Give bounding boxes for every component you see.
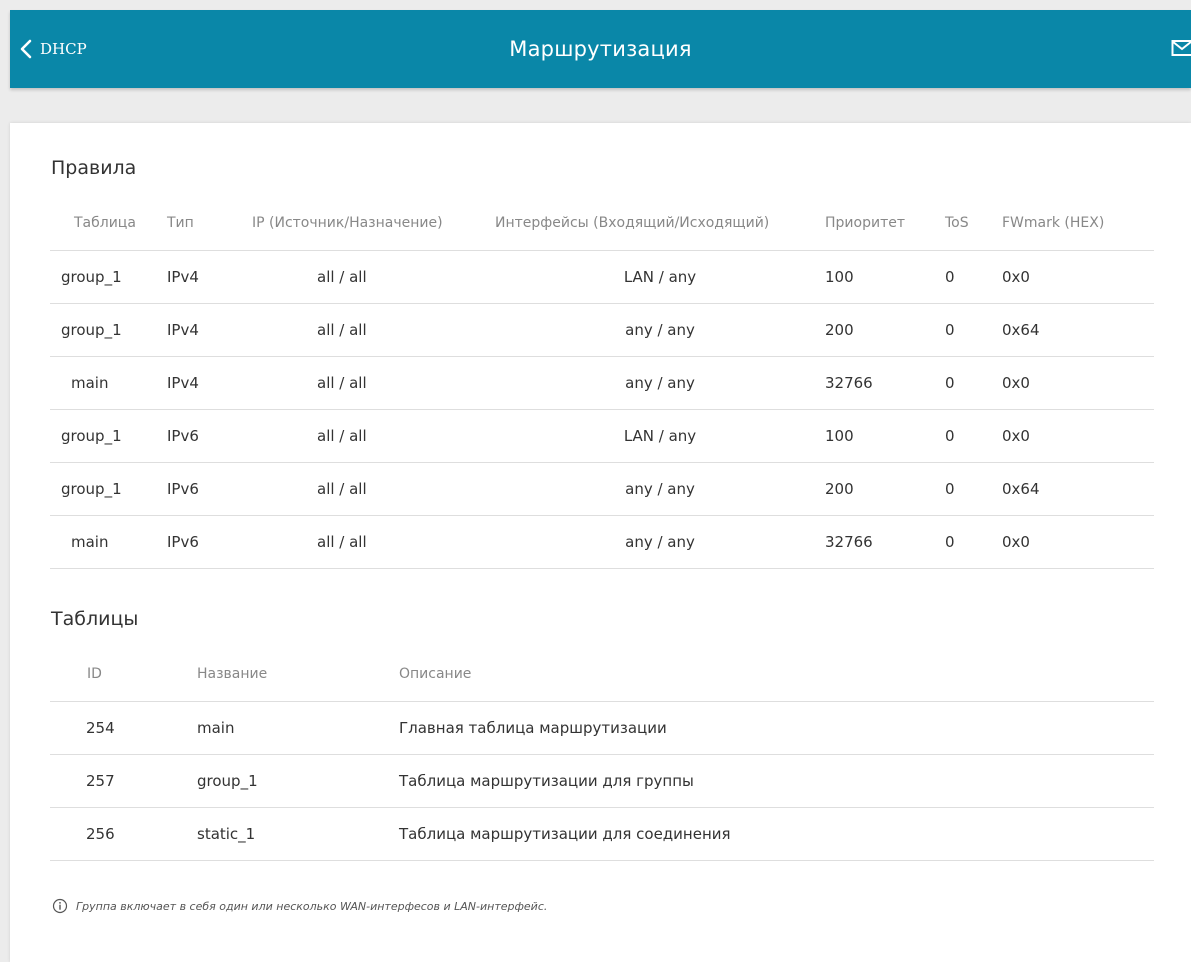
rule-tos-cell: 0 <box>945 303 1002 357</box>
table-description-cell: Главная таблица маршрутизации <box>399 701 1154 755</box>
rule-interfaces-cell: LAN / any <box>495 250 825 304</box>
table-description-cell: Таблица маршрутизации для группы <box>399 754 1154 808</box>
rule-fwmark-cell: 0x64 <box>1002 303 1154 357</box>
table-name-cell: static_1 <box>197 807 399 861</box>
rules-col-interfaces: Интерфейсы (Входящий/Исходящий) <box>495 196 825 251</box>
rule-tos-cell: 0 <box>945 356 1002 410</box>
table-row[interactable]: group_1 IPv6 all / all LAN / any 100 0 0… <box>50 409 1154 463</box>
rule-interfaces-cell: any / any <box>495 462 825 516</box>
rule-type-cell: IPv4 <box>167 303 252 357</box>
rule-tos-cell: 0 <box>945 462 1002 516</box>
rule-table-cell: group_1 <box>50 303 167 357</box>
table-row[interactable]: group_1 IPv6 all / all any / any 200 0 0… <box>50 462 1154 516</box>
rule-interfaces-cell: any / any <box>495 515 825 569</box>
rule-fwmark-cell: 0x0 <box>1002 515 1154 569</box>
rules-col-priority: Приоритет <box>825 196 945 251</box>
tables-col-id: ID <box>50 647 197 702</box>
rules-col-ip: IP (Источник/Назначение) <box>252 196 495 251</box>
table-id-cell: 256 <box>50 807 197 861</box>
table-row[interactable]: main IPv4 all / all any / any 32766 0 0x… <box>50 356 1154 410</box>
table-row[interactable]: 256 static_1 Таблица маршрутизации для с… <box>50 807 1154 861</box>
rule-type-cell: IPv6 <box>167 515 252 569</box>
info-note: Группа включает в себя один или нескольк… <box>52 898 547 914</box>
rule-interfaces-cell: any / any <box>495 303 825 357</box>
info-icon <box>52 898 68 914</box>
rule-ip-cell: all / all <box>252 409 495 463</box>
table-name-cell: main <box>197 701 399 755</box>
rules-section-title: Правила <box>51 157 137 179</box>
tables-col-description: Описание <box>399 647 1154 702</box>
envelope-icon[interactable] <box>1171 39 1191 57</box>
table-row[interactable]: 254 main Главная таблица маршрутизации <box>50 701 1154 755</box>
rule-fwmark-cell: 0x0 <box>1002 356 1154 410</box>
rule-table-cell: group_1 <box>50 409 167 463</box>
rule-type-cell: IPv4 <box>167 250 252 304</box>
rule-priority-cell: 200 <box>825 303 945 357</box>
rule-fwmark-cell: 0x0 <box>1002 409 1154 463</box>
rule-type-cell: IPv4 <box>167 356 252 410</box>
table-description-cell: Таблица маршрутизации для соединения <box>399 807 1154 861</box>
tables-col-name: Название <box>197 647 399 702</box>
rule-priority-cell: 100 <box>825 409 945 463</box>
rule-priority-cell: 100 <box>825 250 945 304</box>
rule-type-cell: IPv6 <box>167 409 252 463</box>
table-name-cell: group_1 <box>197 754 399 808</box>
tables-header-row: ID Название Описание <box>50 647 1154 702</box>
page-title: Маршрутизация <box>509 37 692 61</box>
rule-tos-cell: 0 <box>945 409 1002 463</box>
rule-fwmark-cell: 0x0 <box>1002 250 1154 304</box>
table-id-cell: 254 <box>50 701 197 755</box>
rule-interfaces-cell: LAN / any <box>495 409 825 463</box>
rule-tos-cell: 0 <box>945 515 1002 569</box>
info-note-text: Группа включает в себя один или нескольк… <box>76 899 548 913</box>
rule-table-cell: main <box>50 515 167 569</box>
rule-ip-cell: all / all <box>252 303 495 357</box>
top-bar: DHCP Маршрутизация <box>10 10 1191 88</box>
rules-table: Таблица Тип IP (Источник/Назначение) Инт… <box>50 196 1154 569</box>
rules-col-fwmark: FWmark (HEX) <box>1002 196 1154 251</box>
tables-section-title: Таблицы <box>51 608 139 630</box>
table-row[interactable]: group_1 IPv4 all / all any / any 200 0 0… <box>50 303 1154 357</box>
routing-tables-table: ID Название Описание 254 main Главная та… <box>50 647 1154 861</box>
content-card: Правила Таблица Тип IP (Источник/Назначе… <box>10 123 1191 962</box>
rules-col-table: Таблица <box>50 196 167 251</box>
rule-interfaces-cell: any / any <box>495 356 825 410</box>
rules-col-type: Тип <box>167 196 252 251</box>
rule-ip-cell: all / all <box>252 250 495 304</box>
rule-priority-cell: 32766 <box>825 515 945 569</box>
table-row[interactable]: 257 group_1 Таблица маршрутизации для гр… <box>50 754 1154 808</box>
rule-ip-cell: all / all <box>252 462 495 516</box>
rule-fwmark-cell: 0x64 <box>1002 462 1154 516</box>
table-row[interactable]: main IPv6 all / all any / any 32766 0 0x… <box>50 515 1154 569</box>
table-row[interactable]: group_1 IPv4 all / all LAN / any 100 0 0… <box>50 250 1154 304</box>
rule-tos-cell: 0 <box>945 250 1002 304</box>
rules-col-tos: ToS <box>945 196 1002 251</box>
rules-header-row: Таблица Тип IP (Источник/Назначение) Инт… <box>50 196 1154 251</box>
rule-ip-cell: all / all <box>252 515 495 569</box>
rule-priority-cell: 32766 <box>825 356 945 410</box>
rule-ip-cell: all / all <box>252 356 495 410</box>
rule-priority-cell: 200 <box>825 462 945 516</box>
rule-table-cell: group_1 <box>50 462 167 516</box>
rule-type-cell: IPv6 <box>167 462 252 516</box>
table-id-cell: 257 <box>50 754 197 808</box>
rule-table-cell: main <box>50 356 167 410</box>
rule-table-cell: group_1 <box>50 250 167 304</box>
